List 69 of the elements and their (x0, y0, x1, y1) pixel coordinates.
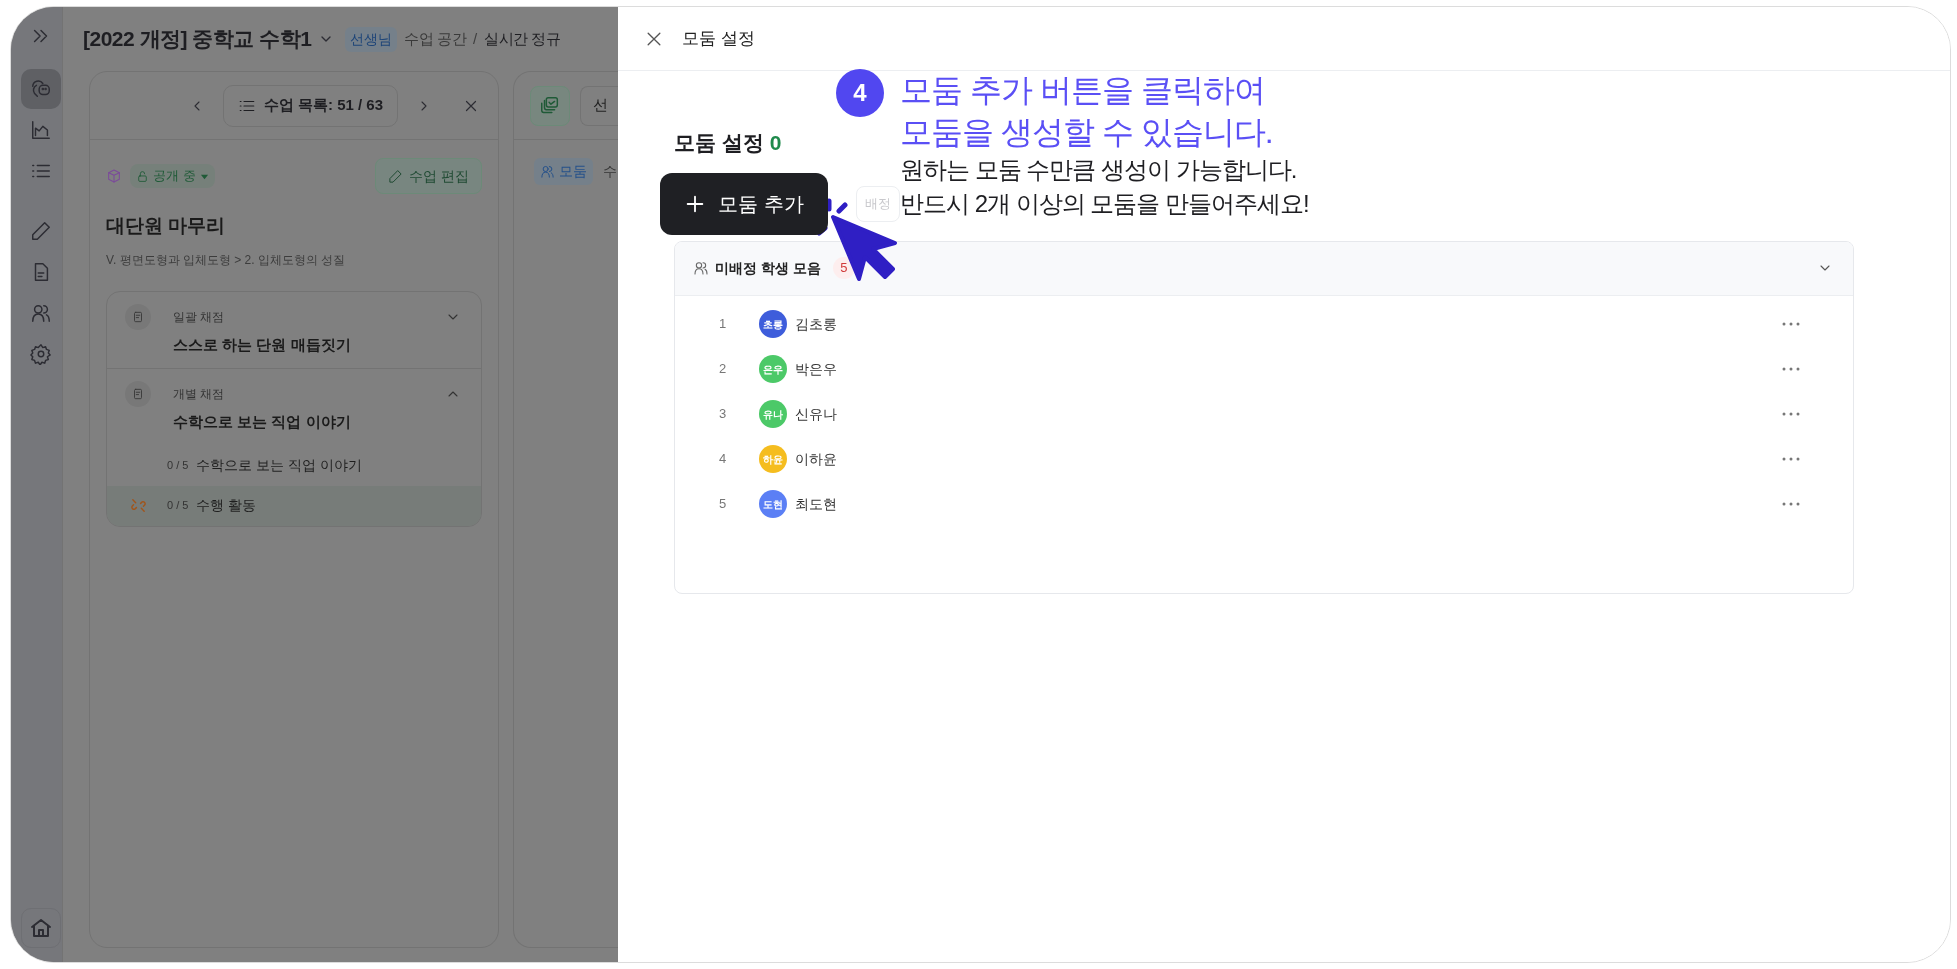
grading-type: 일괄 채점 (173, 308, 226, 326)
guide-headline: 모둠 추가 버튼을 클릭하여 (900, 71, 1266, 110)
activity-item[interactable]: 0 / 5 수학으로 보는 직업 이야기 (107, 445, 481, 486)
clipboard-icon (131, 387, 145, 401)
people-icon (693, 260, 709, 276)
lesson-title: 대단원 마무리 (106, 214, 227, 238)
student-avatar: 초롱 (759, 310, 787, 338)
more-icon[interactable] (1781, 456, 1801, 462)
student-count-badge: 5 (832, 257, 855, 279)
more-icon[interactable] (1781, 501, 1801, 507)
clipboard-icon (131, 309, 145, 324)
edit-lesson-button[interactable]: 수업 편집 (375, 158, 482, 194)
cards-button[interactable] (530, 85, 570, 126)
group-title: 미배정 학생 모음 (715, 258, 821, 278)
progress-count: 0 / 5 (167, 458, 189, 474)
role-badge: 선생님 (345, 26, 398, 52)
breadcrumb-link[interactable]: 실시간 정규 (484, 27, 561, 51)
student-avatar: 하윤 (759, 445, 787, 473)
student-name: 신유나 (795, 404, 837, 424)
cube-icon (106, 168, 122, 184)
drawer-title: 모둠 설정 (682, 27, 755, 50)
group-tab[interactable]: 모둠 (534, 158, 593, 185)
activity-title: 수학으로 보는 직업 이야기 (173, 412, 352, 432)
course-title: [2022 개정] 중학교 수학1 (83, 26, 312, 53)
people-icon (540, 164, 555, 179)
chat-faces-icon (29, 78, 52, 100)
progress-count: 0 / 5 (167, 498, 189, 514)
grading-type: 개별 채점 (173, 386, 226, 403)
add-group-button[interactable]: 모둠 추가 (660, 172, 828, 235)
section-heading: 모둠 설정 (674, 130, 764, 156)
row-number: 5 (719, 495, 728, 514)
panel-text: 수 (603, 162, 617, 181)
activity-title: 스스로 하는 단원 매듭짓기 (173, 334, 352, 355)
activity-item[interactable]: 0 / 5 수행 활동 (107, 485, 481, 526)
row-number: 2 (719, 360, 728, 379)
activity-name: 수행 활동 (196, 496, 257, 515)
sidebar-item[interactable] (20, 908, 61, 948)
guide-text: 원하는 모둠 수만큼 생성이 가능합니다. (900, 155, 1298, 185)
settings-icon (29, 343, 52, 365)
more-icon[interactable] (1781, 366, 1801, 372)
lesson-list-button[interactable]: 수업 목록: 51 / 63 (222, 84, 398, 127)
student-name: 최도현 (795, 494, 837, 514)
more-icon[interactable] (1781, 411, 1801, 417)
unlock-icon (136, 169, 149, 183)
guide-headline: 모둠을 생성할 수 있습니다. (900, 113, 1274, 152)
student-avatar: 도현 (759, 490, 787, 518)
activity-name: 수학으로 보는 직업 이야기 (196, 456, 363, 475)
home-icon (28, 916, 53, 940)
more-icon[interactable] (1781, 321, 1801, 327)
chart-icon (29, 119, 52, 141)
student-name: 이하윤 (795, 449, 837, 469)
row-number: 1 (719, 315, 728, 334)
breadcrumb-separator: / (473, 28, 478, 49)
step-number-badge: 4 (836, 69, 884, 117)
people-icon (29, 302, 52, 324)
student-avatar: 은우 (759, 355, 787, 383)
student-name: 박은우 (795, 359, 837, 379)
student-name: 김초롱 (795, 314, 837, 334)
status-dropdown[interactable]: 공개 중 (130, 164, 215, 188)
breadcrumb-link[interactable]: 수업 공간 (404, 27, 467, 51)
pencil-icon (388, 168, 404, 184)
lesson-path: V. 평면도형과 입체도형 > 2. 입체도형의 성질 (106, 251, 347, 269)
pencil-icon (29, 220, 52, 242)
group-count: 0 (769, 130, 782, 156)
row-number: 4 (719, 450, 728, 469)
row-number: 3 (719, 405, 728, 424)
sidebar-item[interactable] (20, 69, 61, 109)
student-avatar: 유나 (759, 400, 787, 428)
guide-text: 반드시 2개 이상의 모둠을 만들어주세요! (900, 189, 1309, 219)
